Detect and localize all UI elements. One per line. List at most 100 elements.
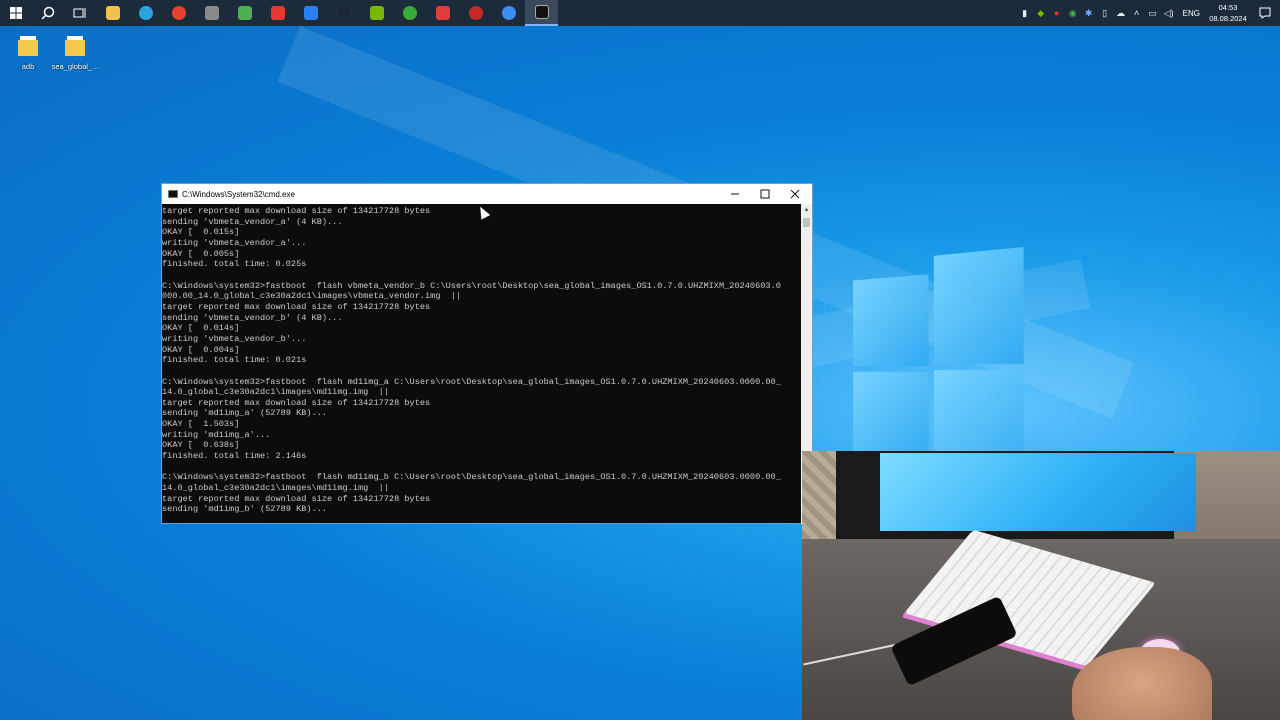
language-indicator[interactable]: ENG bbox=[1183, 9, 1200, 18]
scroll-thumb[interactable] bbox=[803, 218, 810, 227]
task-view-icon bbox=[73, 8, 86, 18]
webcam-overlay bbox=[802, 451, 1280, 720]
console-line: OKAY [ 0.015s] bbox=[162, 227, 240, 238]
notification-icon bbox=[1259, 7, 1271, 19]
clock[interactable]: 04:53 08.08.2024 bbox=[1206, 2, 1250, 24]
xbox-icon bbox=[402, 6, 417, 20]
taskbar-app-xbox[interactable] bbox=[393, 0, 426, 26]
taskbar-app-opera-red[interactable] bbox=[261, 0, 294, 26]
console-line: finished. total time: 0.025s bbox=[162, 259, 307, 270]
app-blue-L-icon bbox=[303, 6, 318, 20]
clock-time: 04:53 bbox=[1218, 3, 1238, 12]
console-output[interactable]: target reported max download size of 134… bbox=[162, 204, 802, 524]
search-icon bbox=[41, 6, 55, 20]
console-line: writing 'vbmeta_vendor_a'... bbox=[162, 237, 307, 248]
taskbar-app-anydesk[interactable] bbox=[426, 0, 459, 26]
console-line: 14.0_global_c3e30a2dc1\images\md1img.img… bbox=[162, 483, 389, 494]
taskbar-app-app-shield[interactable] bbox=[195, 0, 228, 26]
notepad-green-icon bbox=[237, 6, 252, 20]
taskbar-app-app-dark-red[interactable] bbox=[459, 0, 492, 26]
desktop-icon-label: sea_global_... bbox=[51, 62, 99, 71]
cmd-icon bbox=[168, 190, 178, 198]
network-icon[interactable]: ▭ bbox=[1145, 0, 1161, 26]
nvidia-tray-icon[interactable]: ◆ bbox=[1033, 0, 1049, 26]
console-line: C:\Windows\system32>fastboot flash md1im… bbox=[162, 376, 781, 387]
taskbar-app-cmd[interactable] bbox=[525, 0, 558, 26]
minimize-icon bbox=[731, 193, 739, 195]
monitor-photo bbox=[836, 451, 1196, 539]
scroll-up-arrow-icon[interactable]: ▲ bbox=[801, 204, 812, 216]
console-line: sending 'md1img_a' (52789 KB)... bbox=[162, 408, 328, 419]
minimize-button[interactable] bbox=[720, 184, 750, 204]
window-title: C:\Windows\System32\cmd.exe bbox=[182, 189, 295, 199]
cmd-window[interactable]: C:\Windows\System32\cmd.exe target repor… bbox=[161, 183, 813, 524]
maximize-button[interactable] bbox=[750, 184, 780, 204]
console-line: writing 'vbmeta_vendor_b'... bbox=[162, 333, 307, 344]
chevron-up-icon[interactable]: ˄ bbox=[1129, 0, 1145, 26]
console-line: target reported max download size of 134… bbox=[162, 493, 431, 504]
bluetooth-icon[interactable]: ✱ bbox=[1081, 0, 1097, 26]
console-line: 000.00_14.0_global_c3e30a2dc1\images\vbm… bbox=[162, 291, 462, 302]
console-line: sending 'vbmeta_vendor_b' (4 KB)... bbox=[162, 312, 343, 323]
clock-date: 08.08.2024 bbox=[1209, 14, 1247, 23]
console-line: OKAY [ 0.004s] bbox=[162, 344, 240, 355]
cmd-icon bbox=[534, 5, 549, 19]
chrome-icon bbox=[171, 6, 186, 20]
onedrive-icon[interactable]: ☁ bbox=[1113, 0, 1129, 26]
folder-icon bbox=[65, 36, 85, 56]
console-line: 14.0_global_c3e30a2dc1\images\md1img.img… bbox=[162, 387, 389, 398]
file-explorer-icon bbox=[105, 6, 120, 20]
steam-icon bbox=[336, 6, 351, 20]
maximize-icon bbox=[760, 189, 770, 199]
console-line: OKAY [ 0.638s] bbox=[162, 440, 240, 451]
app-globe-icon bbox=[501, 6, 516, 20]
taskbar-app-notepad-green[interactable] bbox=[228, 0, 261, 26]
taskbar-app-telegram[interactable] bbox=[129, 0, 162, 26]
record-icon[interactable]: ● bbox=[1049, 0, 1065, 26]
app-shield-icon bbox=[204, 6, 219, 20]
app-dark-red-icon bbox=[468, 6, 483, 20]
console-line: finished. total time: 0.021s bbox=[162, 355, 307, 366]
shield-tray-icon[interactable]: ◉ bbox=[1065, 0, 1081, 26]
taskbar-app-chrome[interactable] bbox=[162, 0, 195, 26]
microphone-icon[interactable]: ▮ bbox=[1017, 0, 1033, 26]
taskbar-apps bbox=[96, 0, 558, 26]
console-line: sending 'md1img_b' (52789 KB)... bbox=[162, 504, 328, 515]
search-button[interactable] bbox=[32, 0, 64, 26]
telegram-icon bbox=[138, 6, 153, 20]
task-view-button[interactable] bbox=[64, 0, 96, 26]
folder-icon bbox=[18, 36, 38, 56]
console-line: OKAY [ 0.005s] bbox=[162, 248, 240, 259]
window-titlebar[interactable]: C:\Windows\System32\cmd.exe bbox=[162, 184, 812, 204]
close-button[interactable] bbox=[780, 184, 810, 204]
console-line: writing 'md1img_a'... bbox=[162, 429, 271, 440]
usb-icon[interactable]: ▯ bbox=[1097, 0, 1113, 26]
console-line: target reported max download size of 134… bbox=[162, 397, 431, 408]
taskbar-app-file-explorer[interactable] bbox=[96, 0, 129, 26]
system-tray: ▮ ◆ ● ◉ ✱ ▯ ☁ ˄ ▭ ◁) ENG 04:53 08.08.202… bbox=[1017, 0, 1280, 26]
taskbar: ▮ ◆ ● ◉ ✱ ▯ ☁ ˄ ▭ ◁) ENG 04:53 08.08.202… bbox=[0, 0, 1280, 26]
volume-icon[interactable]: ◁) bbox=[1161, 0, 1177, 26]
console-line: C:\Windows\system32>fastboot flash vbmet… bbox=[162, 280, 781, 291]
console-line: C:\Windows\system32>fastboot flash md1im… bbox=[162, 472, 781, 483]
console-line: finished. total time: 2.146s bbox=[162, 451, 307, 462]
console-cursor bbox=[162, 515, 802, 524]
console-line: OKAY [ 0.014s] bbox=[162, 323, 240, 334]
taskbar-app-app-blue-L[interactable] bbox=[294, 0, 327, 26]
notification-center-button[interactable] bbox=[1250, 0, 1280, 26]
windows-icon bbox=[10, 7, 22, 19]
start-button[interactable] bbox=[0, 0, 32, 26]
taskbar-app-steam[interactable] bbox=[327, 0, 360, 26]
console-line: target reported max download size of 134… bbox=[162, 301, 431, 312]
anydesk-icon bbox=[435, 6, 450, 20]
close-icon bbox=[790, 189, 800, 199]
desktop-icon-sea-global[interactable]: sea_global_... bbox=[47, 36, 103, 71]
nvidia-icon bbox=[369, 6, 384, 20]
opera-red-icon bbox=[270, 6, 285, 20]
console-line: OKAY [ 1.503s] bbox=[162, 419, 240, 430]
taskbar-app-app-globe[interactable] bbox=[492, 0, 525, 26]
taskbar-app-nvidia[interactable] bbox=[360, 0, 393, 26]
